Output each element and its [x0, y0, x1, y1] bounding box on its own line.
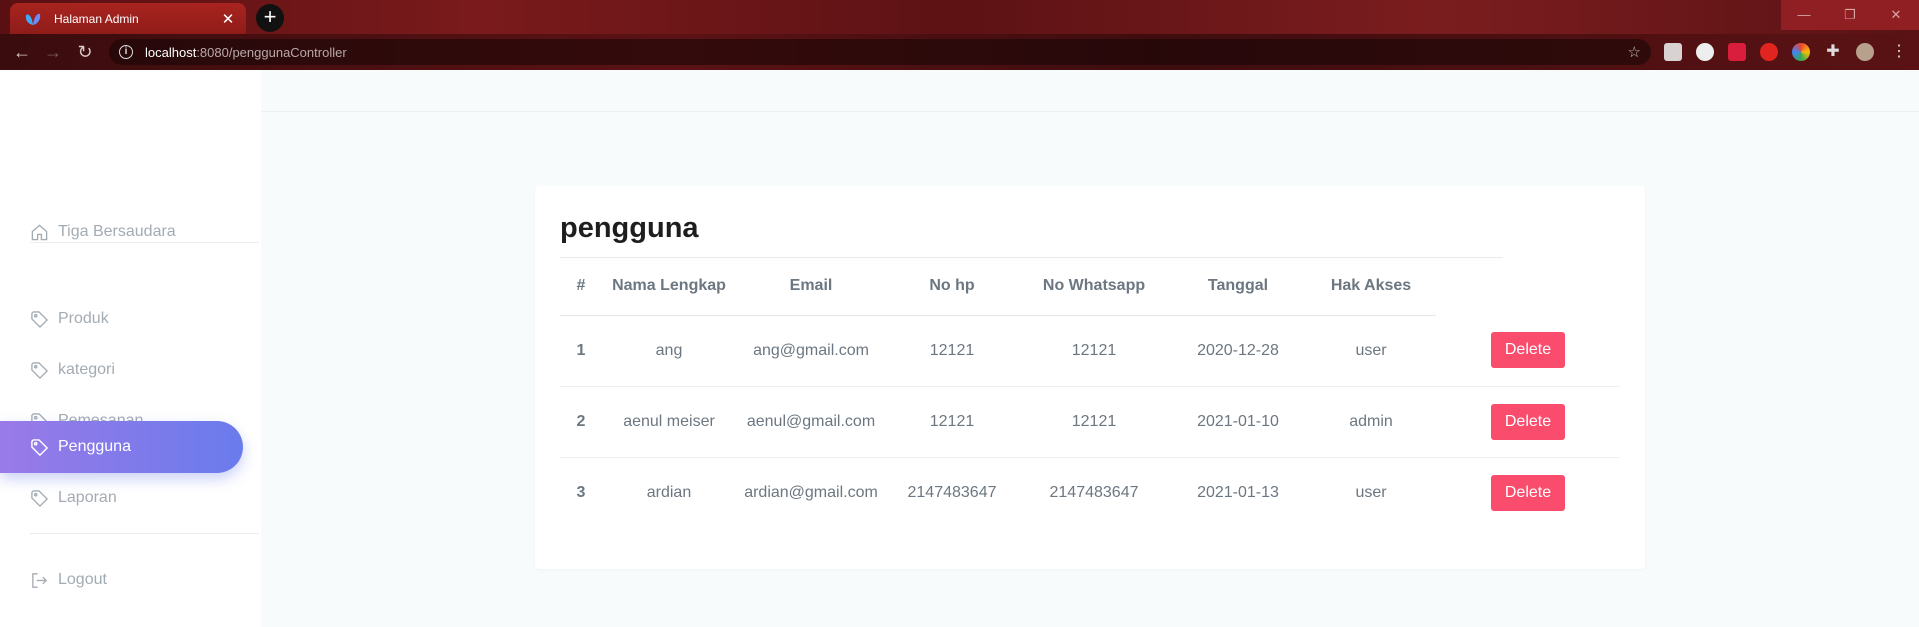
- delete-button[interactable]: Delete: [1491, 474, 1565, 511]
- sidebar-brand-label: Tiga Bersaudara: [58, 223, 176, 240]
- reload-icon[interactable]: ↻: [74, 41, 96, 63]
- cell-hak-akses: admin: [1306, 386, 1436, 458]
- sidebar-item-pengguna[interactable]: Pengguna: [0, 421, 243, 473]
- cell-nama: ardian: [646, 483, 692, 501]
- column-header-no: #: [560, 258, 602, 316]
- extension-color-icon[interactable]: [1792, 43, 1810, 61]
- column-header-hak-akses: Hak Akses: [1306, 258, 1436, 316]
- tag-icon: [31, 489, 49, 507]
- page-title: pengguna: [560, 212, 699, 244]
- cell-actions: Delete: [1436, 386, 1620, 458]
- cell-email: aenul@gmail.com: [736, 386, 886, 458]
- sidebar-item-label: Laporan: [58, 489, 117, 506]
- sidebar-item-label: Produk: [58, 310, 109, 327]
- delete-button[interactable]: Delete: [1491, 403, 1565, 440]
- table-row: 1 ang ang@gmail.com 12121 12121 2020-12-…: [560, 315, 1620, 387]
- extension-bulb-icon[interactable]: [1696, 43, 1714, 61]
- cell-tanggal: 2021-01-10: [1170, 386, 1306, 458]
- cell-actions: Delete: [1436, 457, 1620, 528]
- cell-hp: 12121: [886, 386, 1018, 458]
- extension-pdf-icon[interactable]: [1664, 43, 1682, 61]
- browser-menu-icon[interactable]: ⋮: [1890, 43, 1908, 61]
- column-header-tanggal: Tanggal: [1170, 258, 1306, 316]
- sidebar-item-kategori[interactable]: kategori: [0, 344, 243, 396]
- tag-icon: [31, 310, 49, 328]
- tab-title: Halaman Admin: [54, 11, 139, 26]
- cell-hak-akses: user: [1306, 315, 1436, 387]
- cell-email: ardian@gmail.com: [744, 483, 878, 501]
- table-row: 3 ardian ardian@gmail.com 2147483647 214…: [560, 457, 1620, 528]
- cell-whatsapp: 12121: [1018, 386, 1170, 458]
- window-minimize-icon[interactable]: —: [1781, 0, 1827, 30]
- cell-no: 2: [560, 386, 602, 458]
- column-header-whatsapp: No Whatsapp: [1018, 258, 1170, 316]
- cell-hp: 2147483647: [907, 483, 997, 501]
- cell-no: 1: [560, 315, 602, 387]
- sidebar-logout[interactable]: Logout: [0, 554, 243, 606]
- sidebar-divider: [30, 242, 259, 243]
- extension-mega-icon[interactable]: [1728, 43, 1746, 61]
- sidebar-item-label: kategori: [58, 361, 115, 378]
- cell-whatsapp: 2147483647: [1049, 483, 1139, 501]
- home-icon: [31, 223, 48, 240]
- address-bar[interactable]: i localhost :8080/penggunaController ☆: [109, 39, 1651, 65]
- cell-hak-akses: user: [1355, 483, 1387, 501]
- sidebar-brand[interactable]: Tiga Bersaudara: [0, 206, 243, 258]
- extension-adblock-icon[interactable]: [1760, 43, 1778, 61]
- sidebar-divider: [30, 533, 259, 534]
- forward-arrow-icon[interactable]: →: [42, 41, 64, 63]
- sidebar-item-laporan[interactable]: Laporan: [0, 472, 243, 524]
- users-table: # Nama Lengkap Email No hp No Whatsapp T…: [560, 258, 1620, 528]
- profile-avatar-icon[interactable]: [1856, 43, 1874, 61]
- column-header-email: Email: [736, 258, 886, 316]
- extensions-puzzle-icon[interactable]: ✚: [1824, 43, 1842, 61]
- codeigniter-flame-icon: [25, 13, 41, 25]
- sidebar-item-produk[interactable]: Produk: [0, 293, 243, 345]
- cell-hp: 12121: [886, 315, 1018, 387]
- cell-nama: ang: [602, 315, 736, 387]
- tag-icon: [31, 438, 49, 456]
- tag-icon: [31, 361, 49, 379]
- tab-close-icon[interactable]: ✕: [220, 10, 236, 28]
- new-tab-button[interactable]: +: [256, 4, 284, 32]
- url-path: :8080/penggunaController: [196, 44, 347, 60]
- column-header-nama: Nama Lengkap: [602, 258, 736, 316]
- window-restore-icon[interactable]: ❐: [1827, 0, 1873, 30]
- back-arrow-icon[interactable]: ←: [11, 41, 33, 63]
- column-header-hp: No hp: [886, 258, 1018, 316]
- cell-no: 3: [576, 483, 586, 501]
- window-close-icon[interactable]: ✕: [1873, 0, 1919, 30]
- cell-nama: aenul meiser: [602, 386, 736, 458]
- browser-toolbar: ← → ↻ i localhost :8080/penggunaControll…: [0, 34, 1919, 70]
- column-header-actions: [1436, 258, 1620, 315]
- logout-icon: [32, 572, 48, 588]
- logout-label: Logout: [58, 571, 107, 588]
- site-info-icon[interactable]: i: [119, 45, 133, 59]
- sidebar: Tiga Bersaudara Produk kategori Pemesana…: [0, 70, 261, 627]
- cell-whatsapp: 12121: [1018, 315, 1170, 387]
- url-host: localhost: [145, 44, 197, 60]
- cell-email: ang@gmail.com: [736, 315, 886, 387]
- delete-button[interactable]: Delete: [1491, 332, 1565, 369]
- table-row: 2 aenul meiser aenul@gmail.com 12121 121…: [560, 386, 1620, 458]
- page-topbar: [261, 70, 1919, 112]
- users-card: pengguna # Nama Lengkap Email No hp No W…: [535, 186, 1645, 569]
- bookmark-star-icon[interactable]: ☆: [1628, 43, 1641, 61]
- cell-actions: Delete: [1436, 315, 1620, 387]
- sidebar-item-label: Pengguna: [58, 438, 131, 455]
- cell-tanggal: 2020-12-28: [1170, 315, 1306, 387]
- browser-tab-active[interactable]: Halaman Admin ✕: [10, 3, 246, 34]
- table-header-row: # Nama Lengkap Email No hp No Whatsapp T…: [560, 258, 1620, 316]
- browser-titlebar: Halaman Admin ✕ + — ❐ ✕: [0, 0, 1919, 34]
- cell-tanggal: 2021-01-13: [1197, 483, 1279, 501]
